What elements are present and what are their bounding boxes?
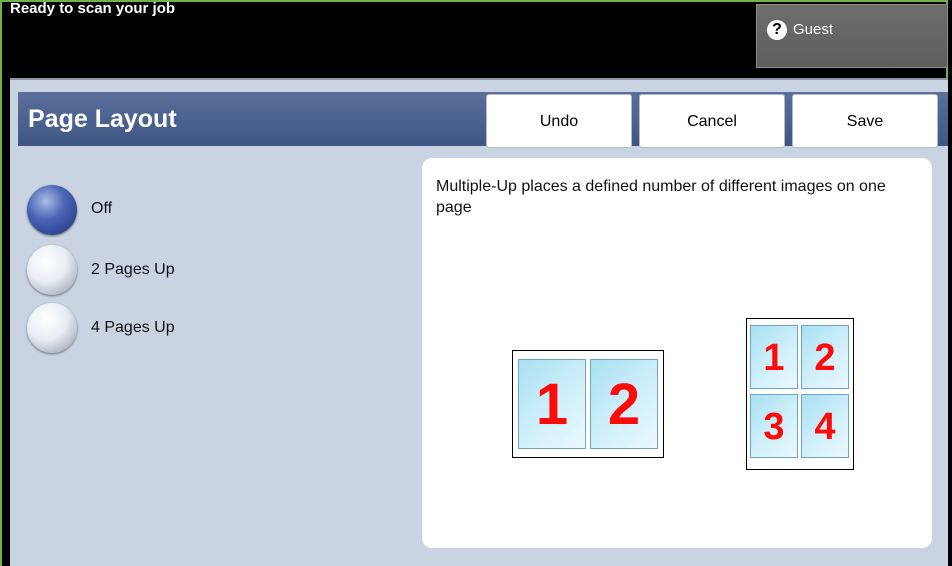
description-text: Multiple-Up places a defined number of d… <box>436 178 886 216</box>
page-title: Page Layout <box>28 105 177 133</box>
radio-4-pages-up[interactable] <box>27 303 77 353</box>
radio-off[interactable] <box>27 185 77 235</box>
four-up-page-2: 2 <box>801 325 849 389</box>
undo-button[interactable]: Undo <box>486 94 632 148</box>
user-guest-button[interactable]: ? Guest <box>756 4 948 68</box>
option-label-4-pages-up: 4 Pages Up <box>91 319 175 336</box>
four-up-page-3: 3 <box>750 394 798 458</box>
description-panel: Multiple-Up places a defined number of d… <box>422 158 932 548</box>
user-label: Guest <box>793 21 834 38</box>
four-up-page-4: 4 <box>801 394 849 458</box>
status-message: Ready to scan your job <box>10 0 176 17</box>
two-up-illustration: 1 2 <box>512 350 664 458</box>
option-label-2-pages-up: 2 Pages Up <box>91 261 175 278</box>
option-label-off: Off <box>91 200 113 217</box>
four-up-page-1: 1 <box>750 325 798 389</box>
four-up-illustration: 1 2 3 4 <box>746 318 854 470</box>
radio-2-pages-up[interactable] <box>27 245 77 295</box>
save-button[interactable]: Save <box>792 94 938 148</box>
cancel-button[interactable]: Cancel <box>639 94 785 148</box>
two-up-page-2: 2 <box>590 359 658 449</box>
two-up-page-1: 1 <box>518 359 586 449</box>
help-icon: ? <box>767 20 787 40</box>
